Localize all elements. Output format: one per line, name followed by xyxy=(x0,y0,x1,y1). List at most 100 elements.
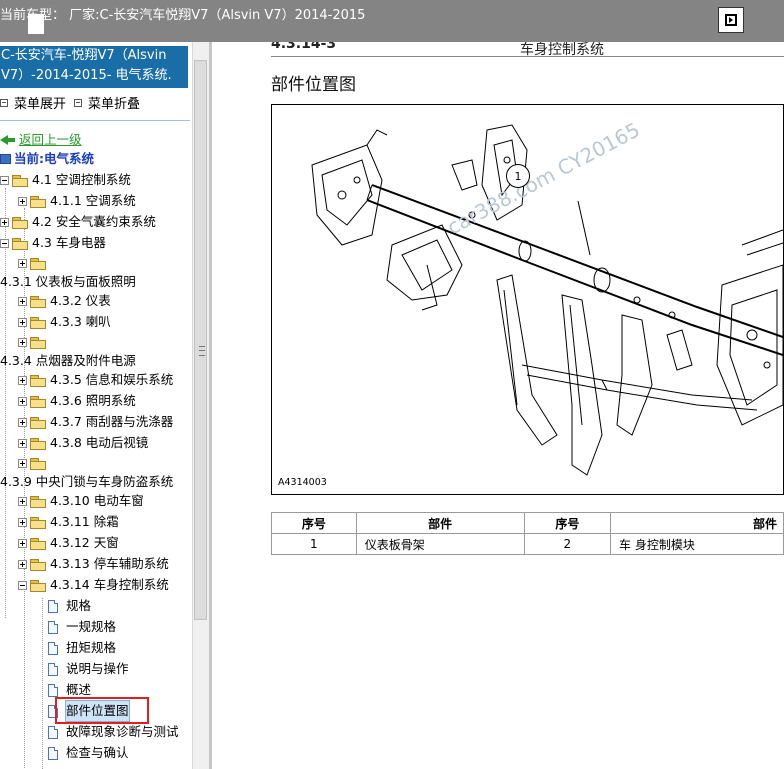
collapse-all-button[interactable]: 菜单折叠 xyxy=(74,93,140,112)
tree-item[interactable]: 4.3 车身电器 xyxy=(0,233,106,253)
expand-icon xyxy=(18,196,27,206)
section-number: 4.3.14-3 xyxy=(271,42,337,52)
tree-item[interactable]: 4.3.13 停车辅助系统 xyxy=(18,554,169,574)
expand-icon xyxy=(18,559,27,569)
expand-icon xyxy=(18,396,27,406)
expand-icon xyxy=(18,375,27,385)
tree-item-label: 4.3.1 仪表板与面板照明 xyxy=(0,274,136,289)
tree-item[interactable] xyxy=(18,332,50,352)
tree-item[interactable]: 4.3.11 除霜 xyxy=(18,512,119,532)
tree-item-label: 扭矩规格 xyxy=(66,640,117,655)
title-placeholder-box xyxy=(28,14,44,34)
folder-icon xyxy=(30,579,46,592)
document-icon xyxy=(48,725,58,739)
tree-item[interactable]: 4.3.3 喇叭 xyxy=(18,312,111,332)
collapse-icon xyxy=(18,580,27,590)
expand-icon xyxy=(0,217,9,227)
tree-item[interactable]: 4.2 安全气囊约束系统 xyxy=(0,212,156,232)
folder-icon xyxy=(30,495,46,508)
tree-item[interactable] xyxy=(18,253,50,273)
collapse-icon xyxy=(0,238,9,248)
folder-icon xyxy=(30,437,46,450)
tree-item[interactable]: 4.3.14 车身控制系统 xyxy=(18,575,169,595)
folder-icon xyxy=(12,237,28,250)
component-figure: car388.com CY20165 A4314003 xyxy=(271,104,784,495)
folder-icon xyxy=(30,257,46,270)
folder-icon xyxy=(30,336,46,349)
folder-icon xyxy=(30,558,46,571)
tree-item[interactable]: 扭矩规格 xyxy=(48,638,116,658)
tree-item-label: 4.3.14 车身控制系统 xyxy=(50,577,169,592)
tree-item-label: 4.2 安全气囊约束系统 xyxy=(32,214,156,229)
grip-icon xyxy=(199,346,205,356)
tree-item-label: 4.3.2 仪表 xyxy=(50,293,111,308)
tree-item[interactable] xyxy=(18,453,50,473)
computer-icon xyxy=(0,154,11,164)
folder-icon xyxy=(30,416,46,429)
window-title: 当前车型： 厂家:C-长安汽车悦翔V7（Alsvin V7）2014-2015 xyxy=(0,8,366,23)
section-rule xyxy=(271,56,784,57)
tree-item-label: 故障现象诊断与测试 xyxy=(66,724,179,739)
scrollbar-thumb[interactable] xyxy=(194,60,207,620)
title-bar: 当前车型： 厂家:C-长安汽车悦翔V7（Alsvin V7）2014-2015 xyxy=(0,0,784,42)
tree-item[interactable]: 4.3.2 仪表 xyxy=(18,291,111,311)
tree-item[interactable]: 说明与操作 xyxy=(48,659,129,679)
expand-icon xyxy=(18,417,27,427)
collapse-all-label: 菜单折叠 xyxy=(88,97,141,112)
tree-item-label: 4.3.9 中央门锁与车身防盗系统 xyxy=(0,474,174,489)
tree-item-label: 说明与操作 xyxy=(66,661,129,676)
tree-item[interactable]: 4.1 空调控制系统 xyxy=(0,170,131,190)
tree-item-label: 4.3.6 照明系统 xyxy=(50,393,136,408)
tree-guide xyxy=(42,598,43,769)
expand-all-button[interactable]: 菜单展开 xyxy=(0,93,66,112)
expand-icon xyxy=(18,458,27,468)
tree-item-label: 4.3.3 喇叭 xyxy=(50,314,111,329)
column-header: 序号 xyxy=(271,512,357,534)
expand-icon xyxy=(18,538,27,548)
tree-item-label: 4.3.11 除霜 xyxy=(50,514,119,529)
table-cell: 1 xyxy=(271,533,357,555)
tree-item[interactable]: 4.1.1 空调系统 xyxy=(18,191,136,211)
tree-item-label: 4.3.7 雨刮器与洗涤器 xyxy=(50,414,174,429)
sidebar-scrollbar[interactable] xyxy=(192,42,209,769)
tree-item[interactable]: 检查与确认 xyxy=(48,743,129,763)
folder-icon xyxy=(30,195,46,208)
tree-item[interactable]: 4.3.1 仪表板与面板照明 xyxy=(0,272,136,292)
tree-item[interactable]: 4.3.9 中央门锁与车身防盗系统 xyxy=(0,472,173,492)
parts-table: 序号 部件 序号 部件 1 仪表板骨架 2 车 身控制模块 xyxy=(271,512,784,555)
back-link[interactable]: 返回上一级 xyxy=(0,130,82,150)
back-arrow-tail xyxy=(8,138,15,142)
page-heading: 部件位置图 xyxy=(271,75,356,95)
tree-item[interactable]: 故障现象诊断与测试 xyxy=(48,722,179,742)
tree-item[interactable]: 4.3.10 电动车窗 xyxy=(18,491,144,511)
tree-item-label: 检查与确认 xyxy=(66,745,129,760)
current-location[interactable]: 当前:电气系统 xyxy=(0,149,94,169)
tree-item[interactable]: 4.3.4 点烟器及附件电源 xyxy=(0,351,136,371)
tree-item[interactable]: 4.3.6 照明系统 xyxy=(18,391,136,411)
document-icon xyxy=(48,746,58,760)
sidebar-header: C-长安汽车-悦翔V7（Alsvin V7）-2014-2015- 电气系统. xyxy=(0,46,188,88)
document-icon xyxy=(48,599,58,613)
folder-icon xyxy=(12,174,28,187)
tree-item-label: 4.3 车身电器 xyxy=(32,235,106,250)
expand-all-label: 菜单展开 xyxy=(14,97,67,112)
expand-icon xyxy=(18,296,27,306)
collapse-icon xyxy=(0,175,9,185)
tree-item[interactable]: 规格 xyxy=(48,596,91,616)
tree-item[interactable]: 4.3.7 雨刮器与洗涤器 xyxy=(18,412,173,432)
folder-icon xyxy=(30,295,46,308)
tree-item[interactable]: 4.3.5 信息和娱乐系统 xyxy=(18,370,173,390)
back-link-label: 返回上一级 xyxy=(19,132,82,147)
expand-icon xyxy=(18,517,27,527)
tree-item[interactable]: 一规规格 xyxy=(48,617,116,637)
sidebar: C-长安汽车-悦翔V7（Alsvin V7）-2014-2015- 电气系统. … xyxy=(0,42,192,769)
sidebar-divider xyxy=(0,120,190,121)
exit-button[interactable] xyxy=(718,7,744,33)
folder-icon xyxy=(30,316,46,329)
watermark: car388.com CY20165 xyxy=(443,118,644,240)
tree-item-label: 4.3.10 电动车窗 xyxy=(50,493,144,508)
tree-item[interactable]: 4.3.12 天窗 xyxy=(18,533,119,553)
tree-item[interactable]: 4.3.8 电动后视镜 xyxy=(18,433,148,453)
folder-icon xyxy=(30,395,46,408)
folder-icon xyxy=(30,537,46,550)
